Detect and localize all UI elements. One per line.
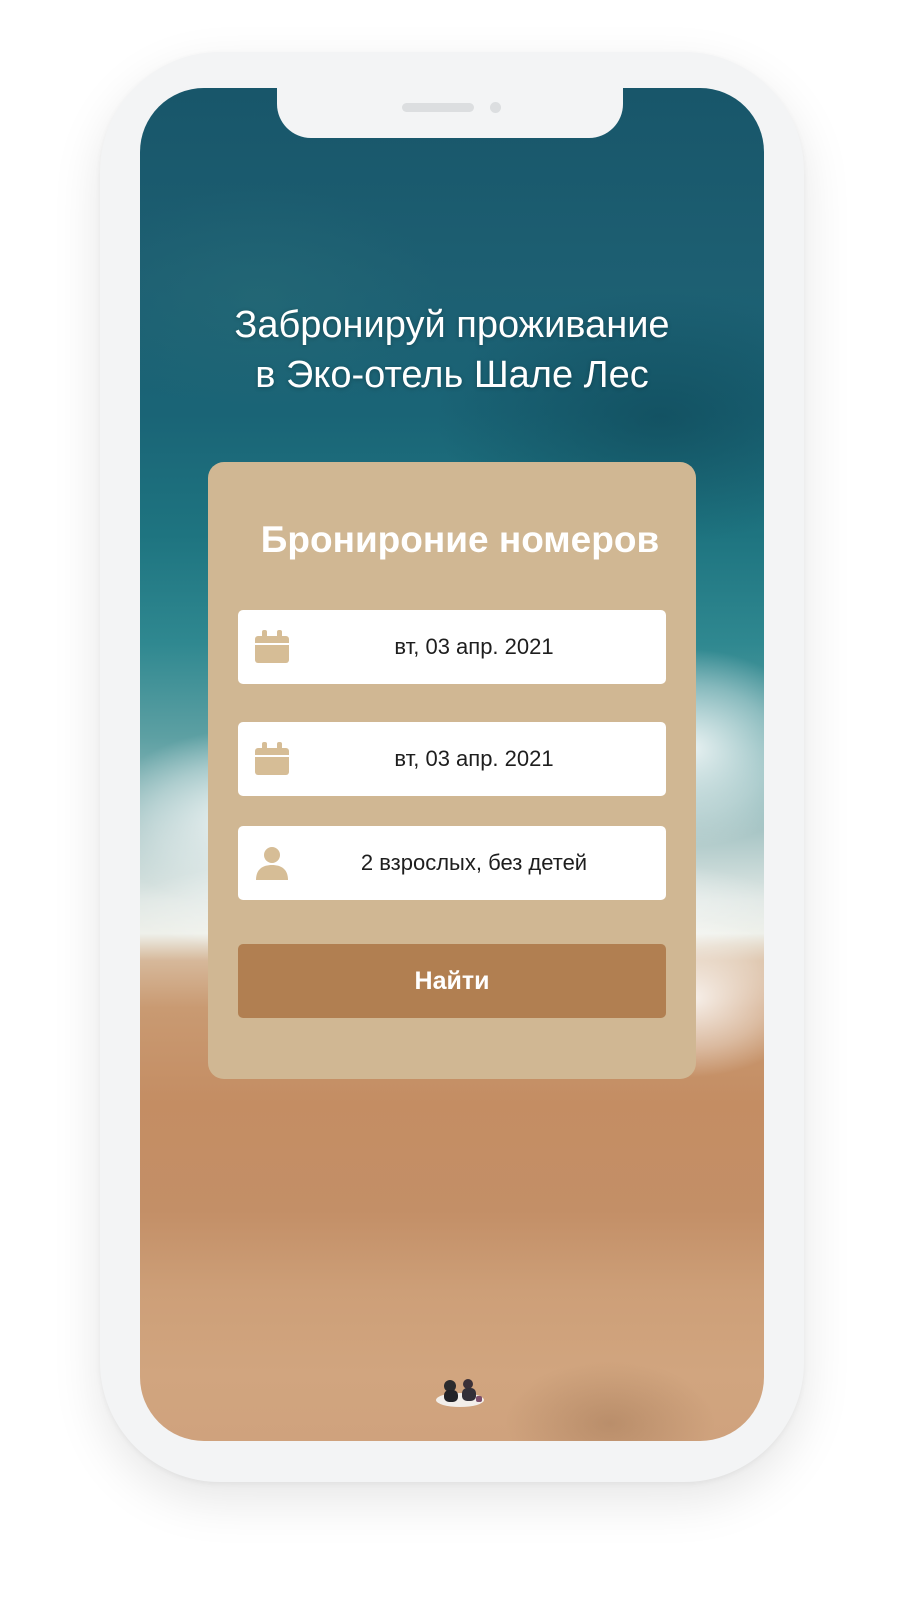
calendar-icon: [255, 630, 289, 663]
hero-title-line-1: Забронируй проживание: [234, 304, 670, 346]
front-camera: [490, 102, 501, 113]
guests-value: 2 взрослых, без детей: [360, 850, 588, 875]
hero-title: Забронируй проживание в Эко-отель Шале Л…: [140, 300, 764, 400]
checkout-date-value: вт, 03 апр. 2021: [394, 746, 554, 771]
guests-field[interactable]: 2 взрослых, без детей: [238, 826, 666, 900]
user-icon: [256, 847, 288, 880]
speaker-grille: [402, 103, 474, 112]
calendar-icon: [255, 742, 289, 775]
beach-people-illustration: [436, 1379, 484, 1407]
checkin-date-value: вт, 03 апр. 2021: [394, 634, 554, 659]
page: Забронируй проживание в Эко-отель Шале Л…: [0, 0, 920, 1599]
checkout-date-field[interactable]: вт, 03 апр. 2021: [238, 722, 666, 796]
search-button[interactable]: Найти: [238, 944, 666, 1018]
hero-title-line-2: в Эко-отель Шале Лес: [255, 354, 649, 396]
phone-notch: [277, 88, 623, 138]
checkin-date-field[interactable]: вт, 03 апр. 2021: [238, 610, 666, 684]
